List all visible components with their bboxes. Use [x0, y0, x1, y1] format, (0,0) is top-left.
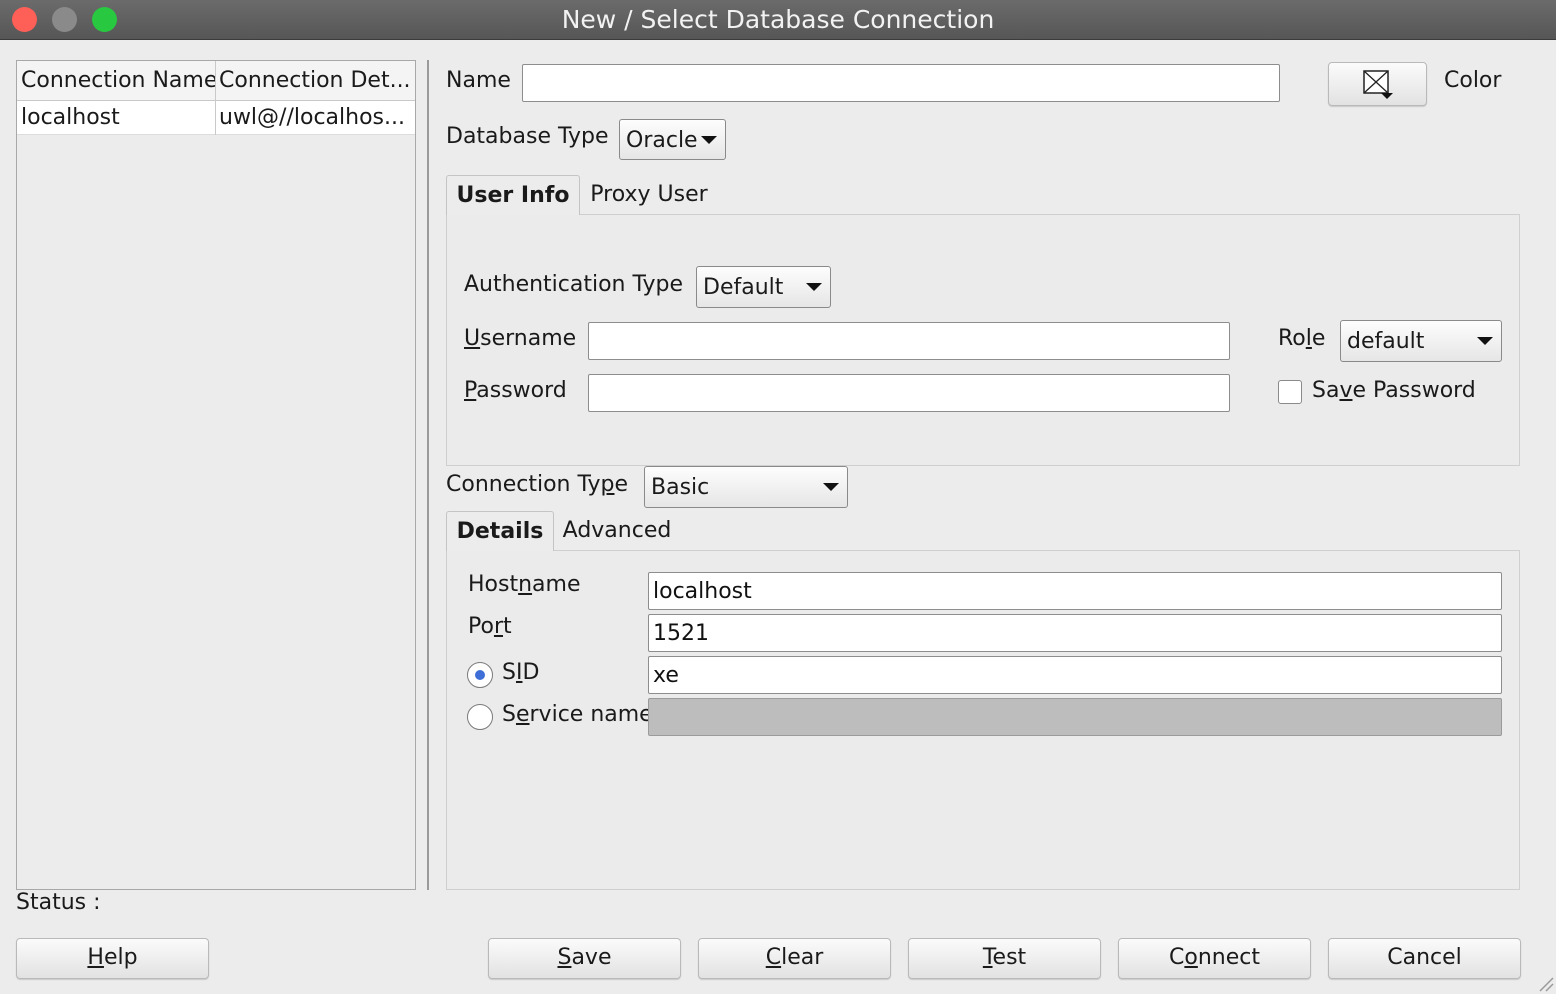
name-input[interactable]	[522, 64, 1280, 102]
save-password-checkbox[interactable]	[1278, 380, 1302, 404]
cancel-button[interactable]: Cancel	[1328, 938, 1521, 979]
service-name-radio[interactable]	[467, 704, 493, 730]
connect-label-post: nnect	[1197, 945, 1260, 970]
resize-grip-icon[interactable]	[1536, 974, 1554, 992]
hostname-input[interactable]	[648, 572, 1502, 610]
chevron-down-icon	[806, 283, 822, 291]
tab-proxy-user[interactable]: Proxy User	[582, 175, 716, 215]
authentication-type-label: Authentication Type	[464, 272, 684, 297]
role-label-pre: Ro	[1278, 326, 1306, 351]
chevron-down-icon	[1477, 337, 1493, 345]
connection-details-cell: uwl@//localhos...	[219, 105, 405, 130]
window-title: New / Select Database Connection	[561, 5, 995, 34]
connect-label-pre: C	[1169, 945, 1185, 970]
password-label: Password	[464, 378, 567, 403]
service-name-label-pre: S	[502, 702, 516, 727]
connection-table-header: Connection Name Connection Det...	[17, 61, 415, 101]
hostname-label-post: ame	[532, 572, 581, 597]
sid-label-post: D	[522, 660, 540, 685]
column-divider[interactable]	[215, 61, 216, 135]
save-password-label[interactable]: Save Password	[1312, 378, 1476, 403]
save-password-mnemonic: v	[1339, 378, 1353, 403]
tab-advanced[interactable]: Advanced	[556, 511, 678, 551]
port-input[interactable]	[648, 614, 1502, 652]
authentication-type-value: Default	[703, 275, 784, 300]
username-label: Username	[464, 326, 576, 351]
split-pane-divider[interactable]	[427, 60, 429, 890]
port-label-post: t	[503, 614, 512, 639]
tab-details[interactable]: Details	[446, 511, 554, 551]
clear-mnemonic: C	[765, 945, 782, 970]
service-name-input	[648, 698, 1502, 736]
role-label-post: e	[1311, 326, 1326, 351]
port-label: Port	[468, 614, 512, 639]
connection-type-mnemonic: p	[600, 472, 615, 497]
database-type-value: Oracle	[626, 128, 698, 153]
authentication-type-select[interactable]: Default	[696, 266, 831, 308]
test-button[interactable]: Test	[908, 938, 1101, 979]
database-type-label: Database Type	[446, 124, 609, 149]
color-picker-button[interactable]	[1328, 62, 1427, 106]
radio-selected-dot	[475, 670, 485, 680]
password-mnemonic: P	[464, 378, 477, 403]
connection-name-cell: localhost	[21, 105, 120, 130]
username-input[interactable]	[588, 322, 1230, 360]
connect-mnemonic: o	[1184, 945, 1198, 970]
save-mnemonic: S	[557, 945, 572, 970]
sid-label-pre: S	[502, 660, 516, 685]
test-label-rest: est	[992, 945, 1027, 970]
column-header-connection-details[interactable]: Connection Det...	[219, 61, 411, 101]
role-value: default	[1347, 329, 1425, 354]
chevron-down-icon	[701, 135, 717, 144]
column-header-connection-name[interactable]: Connection Name	[21, 61, 216, 101]
test-mnemonic: T	[982, 945, 993, 970]
sid-radio[interactable]	[467, 662, 493, 688]
role-select[interactable]: default	[1340, 320, 1502, 362]
table-row[interactable]: localhost uwl@//localhos...	[17, 101, 415, 135]
sid-label[interactable]: SID	[502, 660, 539, 685]
connection-type-value: Basic	[651, 475, 710, 500]
hostname-label: Hostname	[468, 572, 581, 597]
tab-user-info[interactable]: User Info	[446, 175, 580, 215]
help-button[interactable]: Help	[16, 938, 209, 979]
connection-type-label-post: e	[614, 472, 629, 497]
clear-label-rest: lear	[781, 945, 824, 970]
connection-type-label-pre: Connection Ty	[446, 472, 601, 497]
username-label-rest: sername	[480, 326, 577, 351]
password-input[interactable]	[588, 374, 1230, 412]
connection-type-select[interactable]: Basic	[644, 466, 848, 508]
port-label-pre: Po	[468, 614, 494, 639]
role-label: Role	[1278, 326, 1325, 351]
database-type-select[interactable]: Oracle	[619, 119, 726, 160]
color-label: Color	[1444, 68, 1502, 93]
connect-button[interactable]: Connect	[1118, 938, 1311, 979]
port-mnemonic: r	[493, 614, 503, 639]
service-name-label[interactable]: Service name	[502, 702, 653, 727]
password-label-rest: assword	[476, 378, 567, 403]
save-label-rest: ave	[571, 945, 612, 970]
envelope-dropdown-icon	[1363, 70, 1393, 99]
connection-table[interactable]: Connection Name Connection Det... localh…	[16, 60, 416, 890]
status-label: Status :	[16, 890, 101, 915]
service-name-mnemonic: e	[515, 702, 530, 727]
sid-input[interactable]	[648, 656, 1502, 694]
hostname-mnemonic: n	[518, 572, 533, 597]
clear-button[interactable]: Clear	[698, 938, 891, 979]
save-password-label-post: e Password	[1352, 378, 1476, 403]
save-button[interactable]: Save	[488, 938, 681, 979]
name-label: Name	[446, 68, 511, 93]
save-password-label-pre: Sa	[1312, 378, 1340, 403]
help-mnemonic: H	[87, 945, 104, 970]
help-label-rest: elp	[103, 945, 138, 970]
connection-type-label: Connection Type	[446, 472, 628, 497]
chevron-down-icon	[823, 483, 839, 491]
service-name-label-post: rvice name	[529, 702, 653, 727]
hostname-label-pre: Host	[468, 572, 519, 597]
username-mnemonic: U	[464, 326, 481, 351]
